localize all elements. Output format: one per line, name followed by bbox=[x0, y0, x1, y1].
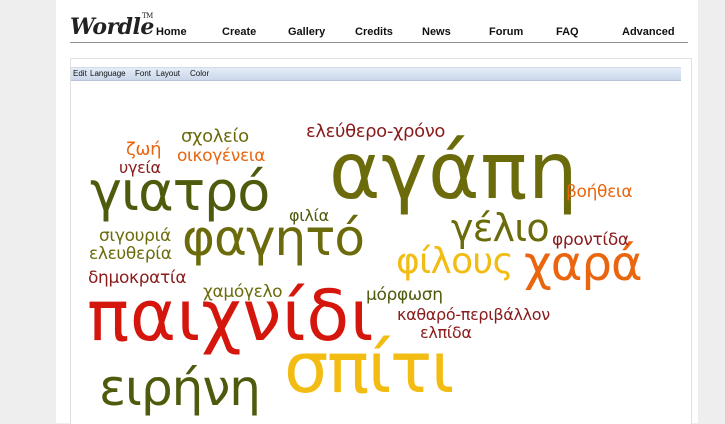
cloud-word: σιγουριά bbox=[99, 226, 171, 246]
cloud-word: καθαρό-περιβάλλον bbox=[397, 305, 550, 324]
cloud-word: ζωή bbox=[126, 139, 162, 160]
cloud-word: δημοκρατία bbox=[88, 268, 187, 288]
cloud-word: φροντίδα bbox=[552, 230, 629, 250]
cloud-word: ελπίδα bbox=[420, 323, 472, 342]
cloud-word: υγεία bbox=[119, 158, 161, 177]
cloud-word: ειρήνη bbox=[99, 359, 261, 417]
cloud-word: σπίτι bbox=[284, 327, 454, 409]
cloud-word: φιλία bbox=[289, 206, 329, 225]
cloud-word: φαγητό bbox=[182, 209, 365, 267]
cloud-word: ελεύθερο-χρόνο bbox=[306, 121, 446, 142]
cloud-word: χαμόγελο bbox=[203, 282, 283, 302]
cloud-word: σχολείο bbox=[181, 126, 249, 147]
cloud-word: γέλιο bbox=[451, 206, 550, 250]
cloud-word: οικογένεια bbox=[177, 146, 266, 166]
word-cloud: αγάπη παιχνίδι σπίτι γιατρό φαγητό ειρήν… bbox=[56, 0, 698, 423]
cloud-word: μόρφωση bbox=[366, 285, 443, 305]
wordle-page: Wordle TM Home Create Gallery Credits Ne… bbox=[56, 0, 698, 424]
cloud-word: ελευθερία bbox=[89, 244, 172, 264]
cloud-word: αγάπη bbox=[329, 127, 579, 217]
cloud-word: βοήθεια bbox=[566, 182, 633, 202]
